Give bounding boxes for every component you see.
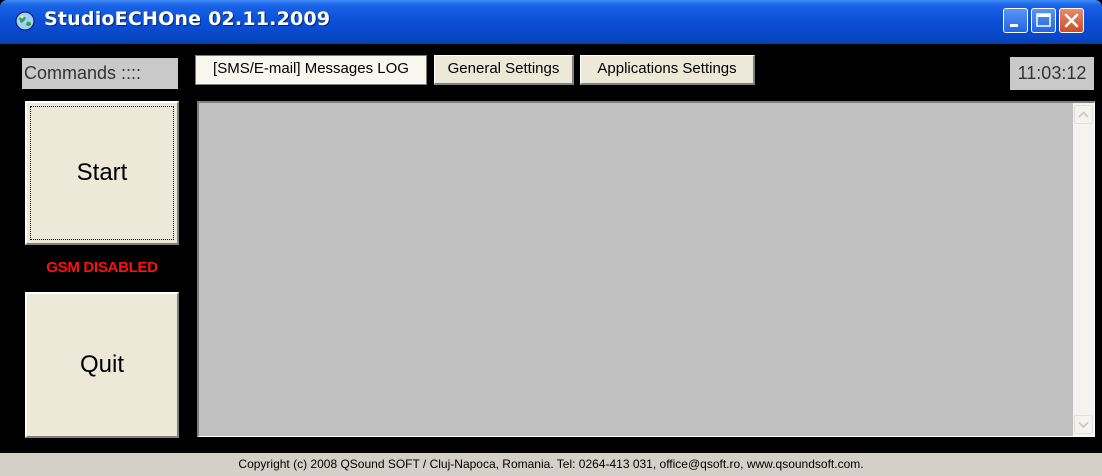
globe-icon [14, 10, 36, 32]
scroll-up-button[interactable] [1074, 105, 1093, 124]
chevron-up-icon [1078, 111, 1089, 118]
scroll-down-button[interactable] [1074, 415, 1093, 434]
window-title: StudioECHOne 02.11.2009 [44, 8, 331, 30]
divider [8, 312, 10, 338]
maximize-button[interactable] [1031, 8, 1056, 33]
minimize-button[interactable] [1003, 8, 1028, 33]
tab-applications-settings[interactable]: Applications Settings [580, 55, 755, 85]
messages-log-area[interactable] [197, 101, 1095, 437]
title-bar[interactable]: StudioECHOne 02.11.2009 [0, 0, 1102, 44]
start-button[interactable]: Start [25, 101, 179, 245]
quit-button-label: Quit [79, 351, 124, 378]
gsm-status-label: GSM DISABLED [46, 259, 158, 276]
close-icon [1064, 13, 1079, 28]
tab-general-settings[interactable]: General Settings [434, 55, 574, 85]
quit-button[interactable]: Quit [25, 292, 179, 438]
maximize-icon [1036, 13, 1051, 27]
minimize-icon [1010, 24, 1018, 27]
copyright-footer: Copyright (c) 2008 QSound SOFT / Cluj-Na… [0, 453, 1102, 476]
app-window: StudioECHOne 02.11.2009 Commands :::: [S… [0, 0, 1102, 476]
focus-rectangle [30, 106, 174, 240]
tab-messages-log[interactable]: [SMS/E-mail] Messages LOG [195, 55, 427, 85]
clock-display: 11:03:12 [1010, 57, 1094, 90]
close-button[interactable] [1059, 8, 1084, 33]
vertical-scrollbar[interactable] [1073, 103, 1094, 436]
commands-label: Commands :::: [22, 58, 178, 89]
chevron-down-icon [1078, 421, 1089, 429]
